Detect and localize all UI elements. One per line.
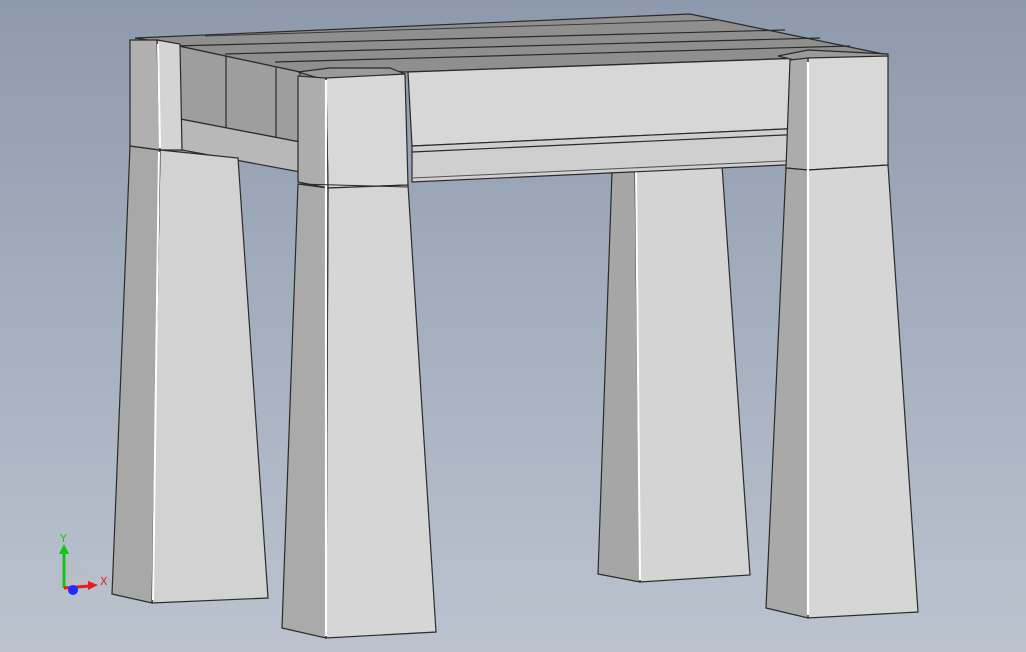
front-left-leg-side: [281, 183, 329, 639]
front-left-leg-front: [325, 184, 437, 639]
front-apron: [407, 57, 807, 183]
front-right-leg-side: [765, 167, 809, 619]
back-left-leg-cap-side: [129, 39, 161, 151]
back-right-leg-front: [634, 164, 751, 583]
triad-x-arrowhead: [88, 581, 98, 590]
back-left-leg-cap-front: [156, 39, 183, 151]
stool-3d-model[interactable]: [0, 0, 1026, 652]
front-right-leg-cap-front: [807, 55, 889, 171]
front-left-leg-cap-front: [325, 73, 409, 189]
back-left-leg-front: [151, 149, 269, 604]
front-right-leg: [765, 49, 919, 619]
triad-y-arrowhead: [59, 544, 69, 554]
triad-z-axis: [68, 585, 78, 595]
orientation-triad[interactable]: Y X: [50, 530, 120, 605]
front-right-leg-front: [807, 164, 919, 619]
front-right-leg-cap-side: [785, 57, 809, 171]
triad-y-label: Y: [59, 532, 67, 545]
back-right-leg: [597, 164, 751, 583]
front-left-leg-cap-side: [297, 75, 329, 189]
graphics-viewport[interactable]: Y X: [0, 0, 1026, 652]
back-right-leg-side: [597, 169, 641, 583]
triad-x-label: X: [100, 575, 108, 588]
triad-xy-plane: [64, 562, 90, 588]
